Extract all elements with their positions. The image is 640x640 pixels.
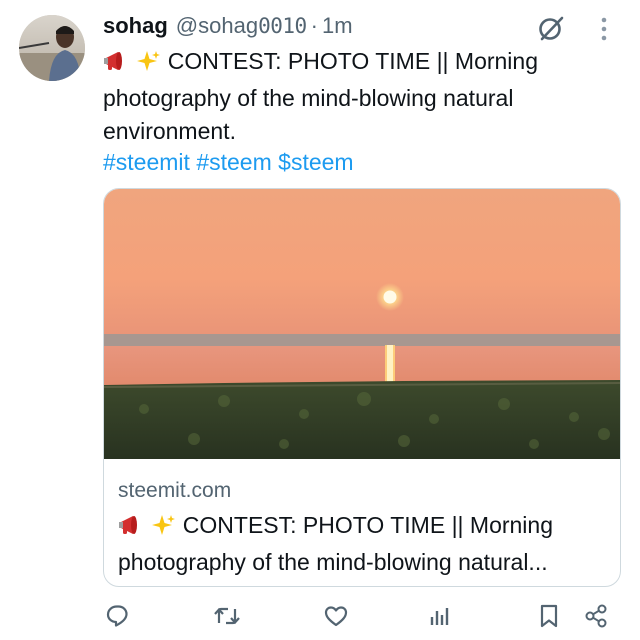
separator-dot: · xyxy=(310,13,318,38)
cashtag-steem[interactable]: $steem xyxy=(278,149,353,175)
hashtag-steem[interactable]: #steem xyxy=(196,149,271,175)
grok-icon[interactable] xyxy=(536,13,566,43)
link-card[interactable]: steemit.com CONTEST: PHOTO TIME || Morni… xyxy=(103,188,621,587)
post-body: CONTEST: PHOTO TIME || Morning photograp… xyxy=(103,48,539,144)
post-time[interactable]: 1m xyxy=(322,13,353,39)
card-domain: steemit.com xyxy=(118,479,232,502)
share-icon[interactable] xyxy=(580,598,612,634)
hashtags: #steemit #steem $steem xyxy=(103,146,354,179)
author-handle[interactable]: @sohag0010 xyxy=(176,13,307,39)
bookmark-icon[interactable] xyxy=(533,598,565,634)
megaphone-icon xyxy=(118,513,144,546)
sparkles-icon xyxy=(150,513,176,546)
card-title-text: CONTEST: PHOTO TIME || Morning photograp… xyxy=(118,512,554,575)
reply-icon[interactable] xyxy=(102,598,134,634)
hashtag-steemit[interactable]: #steemit xyxy=(103,149,190,175)
megaphone-icon xyxy=(103,49,129,82)
author-name[interactable]: sohag xyxy=(103,13,168,39)
sparkles-icon xyxy=(135,49,161,82)
views-icon[interactable] xyxy=(423,598,455,634)
handle-prefix: @sohag xyxy=(175,13,259,38)
repost-icon[interactable] xyxy=(211,598,243,634)
card-photo xyxy=(104,189,620,459)
like-icon[interactable] xyxy=(320,598,352,634)
post-header: sohag @sohag0010 · 1m xyxy=(103,10,353,42)
card-title: CONTEST: PHOTO TIME || Morning photograp… xyxy=(118,509,613,579)
more-options-icon[interactable] xyxy=(598,14,610,44)
post-text: CONTEST: PHOTO TIME || Morning photograp… xyxy=(103,45,603,148)
handle-digits: 0010 xyxy=(258,14,307,38)
action-bar xyxy=(0,598,640,638)
avatar[interactable] xyxy=(19,15,85,81)
avatar-photo xyxy=(19,15,85,81)
